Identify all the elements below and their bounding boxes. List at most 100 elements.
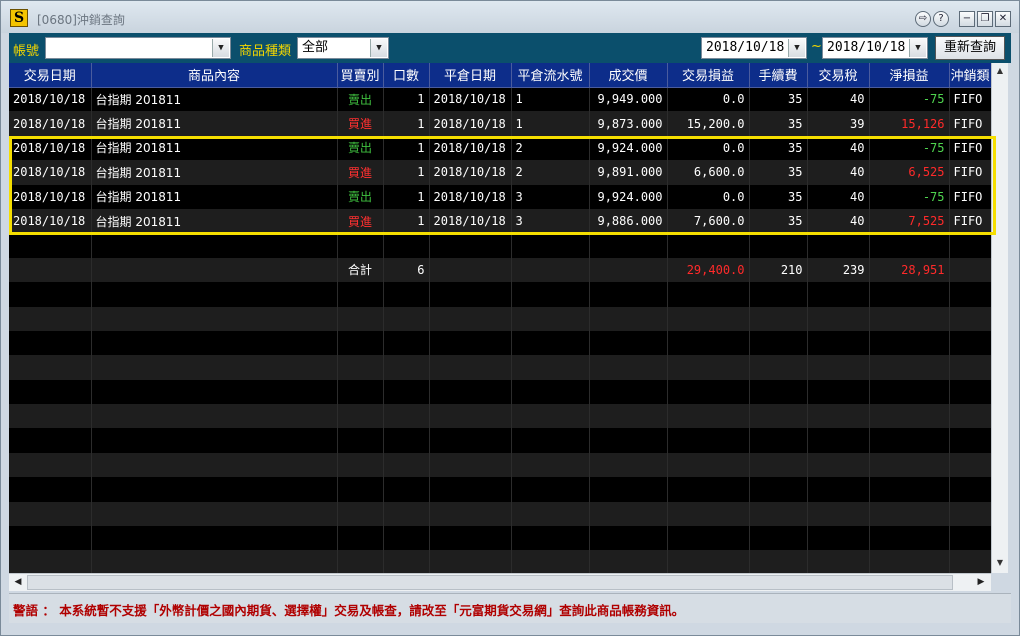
pl-cell: 7,600.0 (667, 208, 750, 234)
date-to-select[interactable]: 2018/10/18 ▼ (822, 37, 928, 59)
empty-cell (91, 404, 338, 429)
empty-cell (667, 477, 750, 502)
account-label: 帳號 (13, 44, 40, 59)
price-cell: 9,891.000 (589, 160, 668, 185)
scroll-left-icon[interactable]: ◀ (10, 574, 26, 591)
serial-cell: 1 (511, 87, 590, 112)
empty-cell (807, 477, 870, 502)
column-header[interactable]: 淨損益 (869, 63, 950, 88)
column-header[interactable]: 平倉日期 (429, 63, 512, 88)
empty-cell (91, 257, 338, 283)
empty-cell (749, 330, 808, 356)
column-header[interactable]: 交易損益 (667, 63, 750, 88)
table-row[interactable]: 2018/10/18 台指期 201811 買進 1 2018/10/18 2 9,891.… (9, 160, 991, 185)
empty-cell (807, 355, 870, 380)
title-bar[interactable]: S [0680]沖銷查詢 ⇨ ? − ❐ ✕ (1, 1, 1019, 33)
empty-cell (807, 404, 870, 429)
empty-cell (9, 330, 92, 356)
table-row[interactable]: 2018/10/18 台指期 201811 買進 1 2018/10/18 3 9,886.… (9, 208, 991, 234)
empty-cell (589, 282, 668, 307)
empty-cell (807, 550, 870, 573)
empty-row (9, 379, 991, 405)
empty-cell (511, 233, 590, 258)
scroll-down-icon[interactable]: ▼ (992, 555, 1008, 571)
product-type-select[interactable]: 全部 ▼ (297, 37, 389, 59)
empty-cell (807, 282, 870, 307)
empty-cell (807, 526, 870, 551)
chevron-down-icon[interactable]: ▼ (909, 39, 926, 57)
empty-cell (429, 330, 512, 356)
close-button[interactable]: ✕ (995, 11, 1011, 27)
requery-button[interactable]: 重新查詢 (935, 36, 1005, 60)
close-date-cell: 2018/10/18 (429, 111, 512, 136)
column-header[interactable]: 沖銷類 (949, 63, 991, 88)
empty-cell (949, 306, 991, 331)
fee-cell: 35 (749, 135, 808, 161)
scroll-up-icon[interactable]: ▲ (992, 63, 1008, 79)
empty-cell (429, 233, 512, 258)
table-row[interactable]: 2018/10/18 台指期 201811 買進 1 2018/10/18 1 9,873.… (9, 111, 991, 136)
empty-cell (589, 355, 668, 380)
empty-cell (429, 379, 512, 405)
settlement-grid[interactable]: 交易日期 商品內容 買賣別 口數 平倉日期 平倉流水號 成交價 交易損益 手續費 交易稅 淨損益 沖銷… (9, 63, 991, 573)
fee-cell: 35 (749, 111, 808, 136)
dock-icon[interactable]: ⇨ (915, 11, 931, 27)
empty-cell (589, 330, 668, 356)
column-header[interactable]: 交易日期 (9, 63, 92, 88)
table-row[interactable]: 2018/10/18 台指期 201811 賣出 1 2018/10/18 1 9,949.… (9, 87, 991, 112)
price-cell: 9,949.000 (589, 87, 668, 112)
empty-cell (429, 477, 512, 502)
date-separator: ~ (811, 39, 822, 54)
empty-cell (869, 550, 950, 573)
horizontal-scrollbar[interactable]: ◀ ▶ (9, 573, 991, 591)
close-date-cell: 2018/10/18 (429, 135, 512, 161)
column-header[interactable]: 成交價 (589, 63, 668, 88)
empty-cell (429, 306, 512, 331)
empty-cell (949, 257, 991, 283)
minimize-button[interactable]: − (959, 11, 975, 27)
empty-cell (949, 452, 991, 478)
column-header[interactable]: 商品內容 (91, 63, 338, 88)
empty-cell (667, 282, 750, 307)
empty-cell (589, 526, 668, 551)
net-pl-cell: -75 (869, 135, 950, 161)
scroll-right-icon[interactable]: ▶ (973, 574, 989, 591)
empty-cell (749, 306, 808, 331)
total-label: 合計 (337, 257, 384, 283)
column-header[interactable]: 買賣別 (337, 63, 384, 88)
empty-cell (337, 526, 384, 551)
product-type-value: 全部 (302, 40, 329, 55)
table-row[interactable]: 2018/10/18 台指期 201811 賣出 1 2018/10/18 3 9,924.… (9, 184, 991, 209)
vertical-scrollbar[interactable]: ▲ ▼ (991, 63, 1008, 573)
chevron-down-icon[interactable]: ▼ (370, 39, 387, 57)
column-header[interactable]: 交易稅 (807, 63, 870, 88)
empty-cell (429, 452, 512, 478)
empty-cell (589, 501, 668, 527)
qty-cell: 1 (383, 184, 430, 209)
help-icon[interactable]: ? (933, 11, 949, 27)
window-title: [0680]沖銷查詢 (37, 13, 125, 27)
pl-cell: 0.0 (667, 184, 750, 209)
column-header[interactable]: 手續費 (749, 63, 808, 88)
empty-cell (807, 452, 870, 478)
settlement-query-window: S [0680]沖銷查詢 ⇨ ? − ❐ ✕ 帳號 ▼ 商品種類 全部 ▼ 20… (0, 0, 1020, 636)
account-select[interactable]: ▼ (45, 37, 231, 59)
tax-cell: 39 (807, 111, 870, 136)
close-date-cell: 2018/10/18 (429, 87, 512, 112)
restore-button[interactable]: ❐ (977, 11, 993, 27)
date-from-select[interactable]: 2018/10/18 ▼ (701, 37, 807, 59)
empty-cell (91, 355, 338, 380)
chevron-down-icon[interactable]: ▼ (788, 39, 805, 57)
empty-cell (667, 526, 750, 551)
chevron-down-icon[interactable]: ▼ (212, 39, 229, 57)
product-cell: 台指期 201811 (91, 160, 338, 185)
empty-cell (511, 379, 590, 405)
column-header[interactable]: 平倉流水號 (511, 63, 590, 88)
empty-cell (949, 550, 991, 573)
empty-cell (949, 330, 991, 356)
empty-cell (749, 526, 808, 551)
table-row[interactable]: 2018/10/18 台指期 201811 賣出 1 2018/10/18 2 9,924.… (9, 135, 991, 161)
close-date-cell: 2018/10/18 (429, 208, 512, 234)
horizontal-scroll-thumb[interactable] (27, 575, 953, 590)
column-header[interactable]: 口數 (383, 63, 430, 88)
